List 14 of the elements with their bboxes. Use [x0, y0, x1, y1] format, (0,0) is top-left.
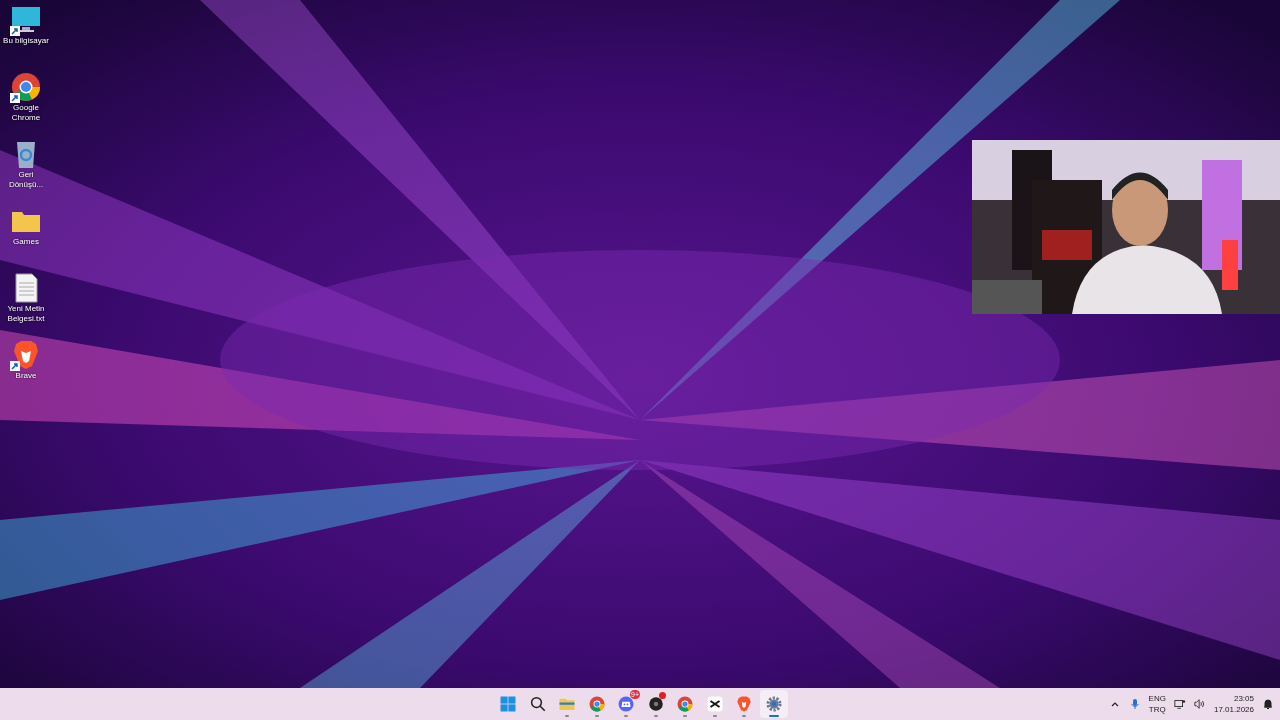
- controller-icon: [617, 695, 635, 713]
- volume-icon[interactable]: [1193, 698, 1206, 710]
- windows-icon: [499, 695, 517, 713]
- microphone-icon[interactable]: [1128, 698, 1141, 710]
- lion-icon: [735, 695, 753, 713]
- notification-icon[interactable]: [1262, 698, 1274, 710]
- clock[interactable]: 23:05 17.01.2026: [1213, 693, 1254, 715]
- chrome-icon: [676, 695, 694, 713]
- settings-icon: [764, 695, 783, 713]
- language-indicator[interactable]: ENG TRQ: [1148, 693, 1166, 715]
- search-icon: [528, 695, 547, 713]
- dark-circle-icon: [646, 695, 665, 713]
- chrome-icon: [587, 695, 606, 713]
- network-icon[interactable]: [1173, 698, 1186, 710]
